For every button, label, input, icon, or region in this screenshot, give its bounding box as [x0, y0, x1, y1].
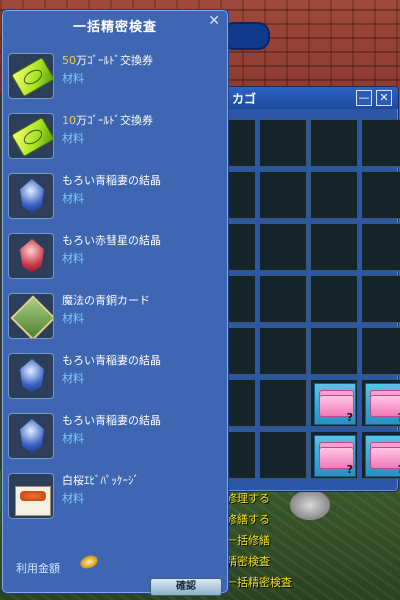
- pink-chest-icon: ?: [314, 383, 356, 425]
- item-category: 材料: [62, 432, 84, 445]
- list-item[interactable]: もろい青稲妻の結晶 材料: [6, 408, 224, 466]
- basket-slot[interactable]: [259, 171, 307, 219]
- panel-title: 一括精密検査: [72, 20, 157, 35]
- basket-slot[interactable]: [310, 119, 358, 167]
- unknown-mark: ?: [346, 463, 353, 476]
- list-item[interactable]: もろい青稲妻の結晶 材料: [6, 168, 224, 226]
- basket-slot[interactable]: ?: [310, 431, 358, 479]
- basket-slot[interactable]: ?: [361, 379, 400, 427]
- basket-slot[interactable]: ?: [361, 431, 400, 479]
- basket-slot[interactable]: [361, 171, 400, 219]
- item-name: 白桜ｴﾋﾞﾊﾟｯｹｰｼﾞ: [62, 474, 139, 487]
- list-item[interactable]: 白桜ｴﾋﾞﾊﾟｯｹｰｼﾞ 材料: [6, 468, 224, 526]
- blue-crystal-icon: [8, 413, 54, 459]
- shrimp-package-icon: [8, 473, 54, 519]
- menu-item-bulk-mend[interactable]: 一括修繕: [226, 530, 356, 551]
- basket-slot[interactable]: ?: [310, 379, 358, 427]
- menu-item-bulk-inspect[interactable]: 一括精密検査: [226, 572, 356, 593]
- confirm-button[interactable]: 確認: [150, 578, 222, 596]
- item-name: もろい青稲妻の結晶: [62, 414, 161, 427]
- basket-slot[interactable]: [259, 431, 307, 479]
- cost-label: 利用金額: [16, 562, 60, 575]
- item-category: 材料: [62, 372, 84, 385]
- panel-close-button[interactable]: ✕: [208, 13, 220, 29]
- item-name: 魔法の青銅カード: [62, 294, 150, 307]
- bronze-card-icon: [8, 293, 54, 339]
- basket-title: カゴ: [232, 92, 257, 106]
- coin-icon: [78, 553, 100, 571]
- item-name: 50万ｺﾞｰﾙﾄﾞ交換券: [62, 54, 153, 67]
- bulk-inspection-panel: 一括精密検査 ✕ 50万ｺﾞｰﾙﾄﾞ交換券 材料 10万ｺﾞｰﾙﾄﾞ交換券 材料…: [1, 9, 229, 596]
- gold-ticket-icon: [8, 53, 54, 99]
- item-category: 材料: [62, 192, 84, 205]
- item-category: 材料: [62, 492, 84, 505]
- basket-slot[interactable]: [361, 327, 400, 375]
- basket-slot[interactable]: [259, 275, 307, 323]
- basket-slot[interactable]: [259, 327, 307, 375]
- roof-sign: [222, 22, 270, 50]
- item-name: もろい青稲妻の結晶: [62, 174, 161, 187]
- list-item[interactable]: もろい赤彗星の結晶 材料: [6, 228, 224, 286]
- list-item[interactable]: 10万ｺﾞｰﾙﾄﾞ交換券 材料: [6, 108, 224, 166]
- pink-chest-icon: ?: [365, 435, 400, 477]
- menu-item-mend[interactable]: 修繕する: [226, 509, 356, 530]
- minimize-button[interactable]: —: [356, 90, 372, 106]
- blue-crystal-icon: [8, 353, 54, 399]
- basket-slot[interactable]: [259, 119, 307, 167]
- basket-slot[interactable]: [310, 327, 358, 375]
- item-category: 材料: [62, 132, 84, 145]
- red-crystal-icon: [8, 233, 54, 279]
- item-category: 材料: [62, 252, 84, 265]
- list-item[interactable]: 魔法の青銅カード 材料: [6, 288, 224, 346]
- item-name: 10万ｺﾞｰﾙﾄﾞ交換券: [62, 114, 153, 127]
- context-menu: 修理する 修繕する 一括修繕 精密検査 一括精密検査: [226, 488, 356, 593]
- item-category: 材料: [62, 72, 84, 85]
- basket-slot[interactable]: [310, 275, 358, 323]
- basket-slot[interactable]: [361, 223, 400, 271]
- basket-slot[interactable]: [361, 119, 400, 167]
- menu-item-inspect[interactable]: 精密検査: [226, 551, 356, 572]
- basket-slot[interactable]: [310, 171, 358, 219]
- basket-slot[interactable]: [259, 379, 307, 427]
- basket-close-button[interactable]: ✕: [376, 90, 392, 106]
- item-name: もろい赤彗星の結晶: [62, 234, 161, 247]
- basket-slot[interactable]: [310, 223, 358, 271]
- list-item[interactable]: 50万ｺﾞｰﾙﾄﾞ交換券 材料: [6, 48, 224, 106]
- basket-slot[interactable]: [361, 275, 400, 323]
- basket-window: カゴ — ✕ ????: [207, 86, 400, 492]
- item-category: 材料: [62, 312, 84, 325]
- basket-grid: ????: [208, 115, 400, 485]
- item-name: もろい青稲妻の結晶: [62, 354, 161, 367]
- pink-chest-icon: ?: [314, 435, 356, 477]
- gold-ticket-icon: [8, 113, 54, 159]
- basket-titlebar[interactable]: カゴ — ✕: [208, 87, 398, 109]
- pink-chest-icon: ?: [365, 383, 400, 425]
- blue-crystal-icon: [8, 173, 54, 219]
- list-item[interactable]: もろい青稲妻の結晶 材料: [6, 348, 224, 406]
- unknown-mark: ?: [346, 411, 353, 424]
- basket-slot[interactable]: [259, 223, 307, 271]
